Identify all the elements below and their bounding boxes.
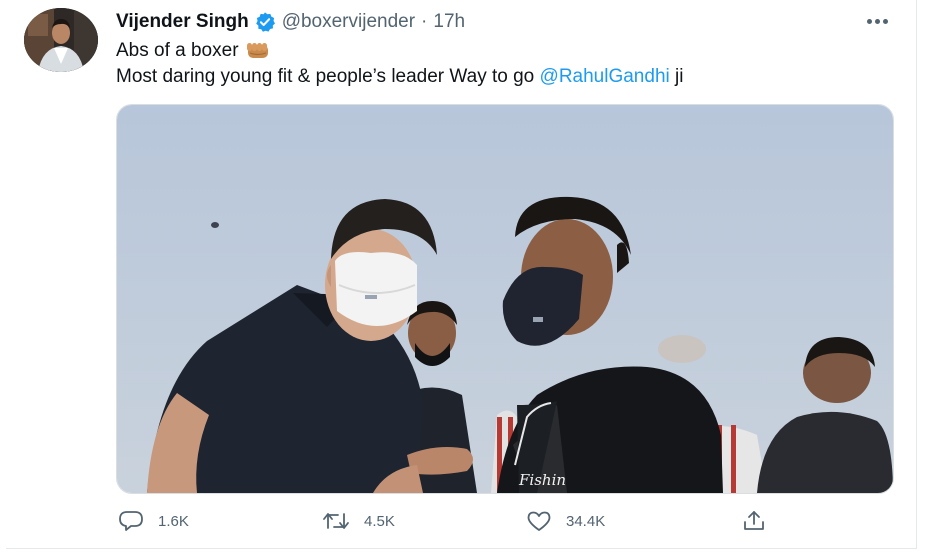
reply-icon xyxy=(119,511,143,531)
tweet-text: ji xyxy=(669,66,684,87)
header-separator: · xyxy=(421,11,428,32)
tweet-text-line-2: Most daring young fit & people’s leader … xyxy=(116,64,683,90)
like-icon xyxy=(527,511,551,531)
author-handle[interactable]: @boxervijender xyxy=(282,11,415,33)
tweet-actions: 1.6K 4.5K 34.4K xyxy=(116,504,776,538)
retweet-button[interactable]: 4.5K xyxy=(322,504,395,538)
reply-count: 1.6K xyxy=(158,512,189,530)
more-options-icon[interactable] xyxy=(862,12,892,30)
reply-button[interactable]: 1.6K xyxy=(118,504,189,538)
like-button[interactable]: 34.4K xyxy=(526,504,605,538)
tweet-photo[interactable]: Fishin xyxy=(116,104,894,494)
mention-link[interactable]: @RahulGandhi xyxy=(540,66,670,88)
share-icon xyxy=(744,511,764,530)
retweet-icon xyxy=(323,513,349,529)
tweet-text-line-1: Abs of a boxer xyxy=(116,38,271,64)
tweet-text: Abs of a boxer xyxy=(116,40,239,61)
retweet-count: 4.5K xyxy=(364,512,395,530)
tweet-timestamp[interactable]: 17h xyxy=(433,11,465,33)
like-count: 34.4K xyxy=(566,512,606,530)
shirt-print-text: Fishin xyxy=(518,471,566,489)
verified-badge-icon xyxy=(254,11,276,33)
fist-emoji-icon xyxy=(245,41,271,61)
tweet-header: Vijender Singh @boxervijender · 17h xyxy=(116,9,465,35)
share-button[interactable] xyxy=(742,504,780,538)
author-name[interactable]: Vijender Singh xyxy=(116,11,249,33)
tweet-text: Most daring young fit & people’s leader … xyxy=(116,66,540,87)
author-avatar[interactable] xyxy=(24,8,98,72)
